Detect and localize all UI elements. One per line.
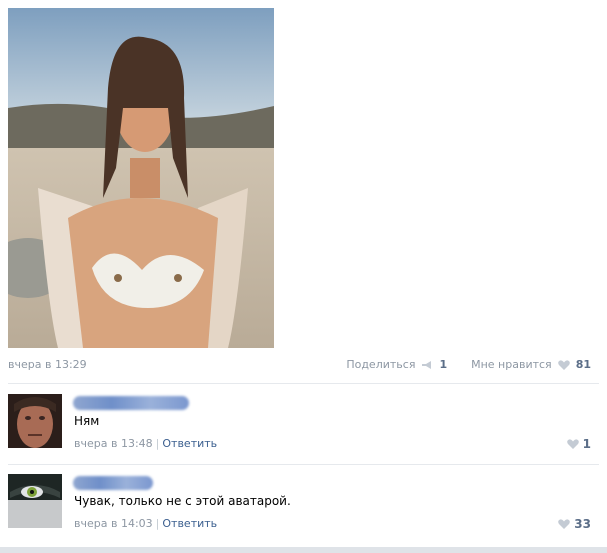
- bottom-bar: [0, 547, 607, 553]
- comment-text: Чувак, только не с этой аватарой.: [74, 494, 291, 508]
- comment-time[interactable]: вчера в 14:03: [74, 517, 153, 530]
- share-button[interactable]: Поделиться: [346, 358, 415, 371]
- separator: |: [155, 437, 160, 450]
- avatar-image: [8, 394, 62, 448]
- author-name-blurred[interactable]: [73, 396, 189, 410]
- divider: [8, 383, 599, 384]
- avatar-image: [8, 474, 62, 528]
- like-count: 81: [575, 358, 591, 371]
- reply-button[interactable]: Ответить: [162, 437, 217, 450]
- heart-icon[interactable]: [557, 359, 570, 370]
- avatar[interactable]: [8, 474, 62, 528]
- divider: [8, 464, 599, 465]
- comment-like-count: 1: [582, 437, 591, 451]
- comment-like-count: 33: [574, 517, 591, 531]
- separator: |: [155, 517, 160, 530]
- comment-like[interactable]: 1: [566, 437, 591, 451]
- comment-like[interactable]: 33: [558, 517, 591, 531]
- avatar[interactable]: [8, 394, 62, 448]
- post-meta: вчера в 13:29 Поделиться 1 Мне нравится …: [8, 358, 591, 374]
- post-time[interactable]: вчера в 13:29: [8, 358, 87, 371]
- megaphone-icon[interactable]: [421, 360, 433, 370]
- heart-icon: [558, 519, 571, 529]
- comment: Ням вчера в 13:48 | Ответить 1: [8, 394, 591, 454]
- comment-time[interactable]: вчера в 13:48: [74, 437, 153, 450]
- author-name-blurred[interactable]: [73, 476, 153, 490]
- reply-button[interactable]: Ответить: [162, 517, 217, 530]
- like-button[interactable]: Мне нравится: [471, 358, 552, 371]
- comment: Чувак, только не с этой аватарой. вчера …: [8, 474, 591, 534]
- comment-text: Ням: [74, 414, 100, 428]
- share-count: 1: [439, 358, 448, 371]
- post-photo-image: [8, 8, 274, 348]
- heart-icon: [566, 439, 579, 449]
- post-photo[interactable]: [8, 8, 274, 348]
